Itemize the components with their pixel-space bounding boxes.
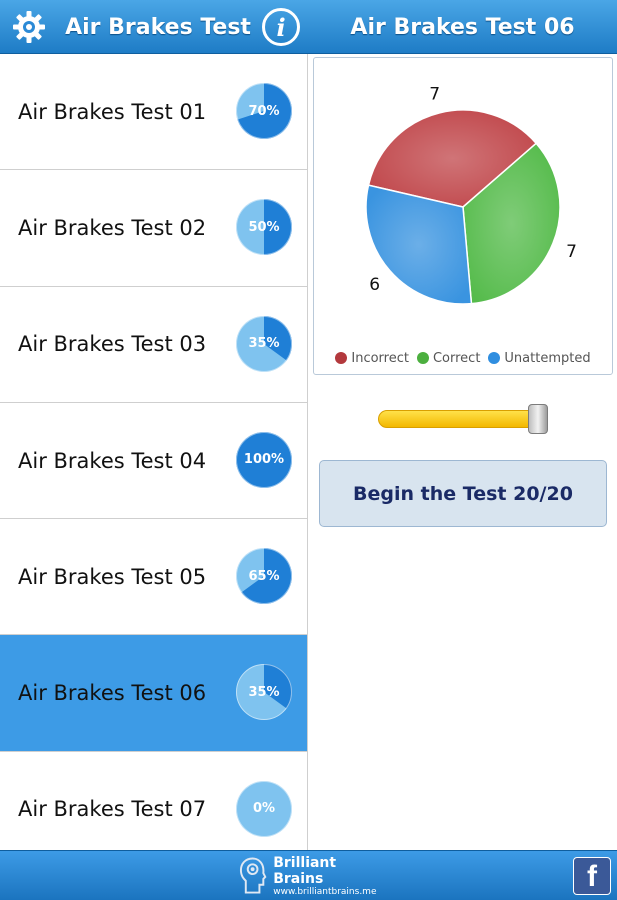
test-row-label: Air Brakes Test 06 (18, 681, 207, 706)
legend-label: Correct (432, 350, 481, 366)
test-row-label: Air Brakes Test 05 (18, 564, 207, 589)
detail-title: Air Brakes Test 06 (350, 14, 575, 40)
legend-label: Incorrect (351, 350, 409, 366)
brand-logo[interactable]: Brilliant Brains www.brilliantbrains.me (238, 854, 388, 898)
legend-dot-icon (488, 352, 501, 364)
test-row[interactable]: Air Brakes Test 05 65% (0, 519, 307, 636)
progress-badge: 0% (235, 780, 293, 838)
progress-percent: 100% (243, 452, 285, 468)
test-row-label: Air Brakes Test 07 (18, 797, 207, 822)
progress-badge: 70% (235, 82, 293, 140)
legend-item: Correct (416, 350, 481, 366)
chart-legend: Incorrect Correct Unattempted (314, 348, 612, 368)
test-row[interactable]: Air Brakes Test 06 35% (0, 635, 307, 752)
progress-percent: 0% (252, 801, 276, 817)
test-row[interactable]: Air Brakes Test 03 35% (0, 286, 307, 403)
gear-icon[interactable] (10, 8, 48, 46)
legend-item: Incorrect (335, 351, 409, 366)
legend-dot-icon (416, 352, 429, 364)
slider-thumb[interactable] (528, 404, 548, 434)
legend-label: Unattempted (504, 350, 591, 366)
legend-item: Unattempted (488, 350, 591, 366)
info-icon[interactable]: i (262, 8, 300, 46)
progress-badge: 35% (235, 663, 293, 721)
progress-badge: 35% (235, 315, 293, 373)
test-list: Air Brakes Test 01 70% Air Brakes Test 02 5… (0, 54, 308, 850)
footer-bar: Brilliant Brains www.brilliantbrains.me … (0, 850, 617, 900)
test-row-label: Air Brakes Test 01 (18, 99, 207, 124)
pie-value-label: 7 (429, 85, 440, 105)
question-count-slider[interactable] (376, 402, 552, 436)
begin-test-button[interactable]: Begin the Test 20/20 (319, 460, 607, 527)
progress-percent: 65% (248, 568, 280, 584)
pie-value-label: 7 (566, 242, 577, 262)
test-row-label: Air Brakes Test 02 (18, 215, 207, 240)
brand-text: Brilliant Brains www.brilliantbrains.me (273, 855, 388, 897)
progress-badge: 65% (235, 547, 293, 605)
progress-percent: 50% (248, 219, 280, 235)
pie-value-label: 6 (369, 275, 380, 295)
results-chart: 7 7 6 Incorrect Correct Unattempted (313, 57, 613, 375)
test-row[interactable]: Air Brakes Test 04 100% (0, 402, 307, 520)
progress-badge: 100% (235, 431, 293, 489)
progress-badge: 50% (235, 198, 293, 256)
list-header: Air Brakes Test i (0, 0, 308, 54)
test-row-label: Air Brakes Test 03 (18, 332, 207, 357)
progress-percent: 35% (248, 684, 280, 700)
test-row[interactable]: Air Brakes Test 07 0% (0, 751, 307, 850)
slider-track[interactable] (378, 410, 538, 428)
legend-dot-icon (335, 352, 348, 364)
test-row[interactable]: Air Brakes Test 02 50% (0, 170, 307, 287)
app-title: Air Brakes Test (65, 14, 251, 40)
test-row-label: Air Brakes Test 04 (18, 448, 207, 473)
brand-name: Brilliant Brains (273, 855, 337, 887)
pie-chart: 7 7 6 (365, 85, 577, 305)
detail-header: Air Brakes Test 06 (308, 0, 617, 54)
top-bar: Air Brakes Test i Air Brakes Test 06 (0, 0, 617, 54)
facebook-icon[interactable]: f (573, 857, 611, 895)
progress-percent: 35% (248, 336, 280, 352)
progress-percent: 70% (248, 103, 280, 119)
test-row[interactable]: Air Brakes Test 01 70% (0, 54, 307, 171)
brand-url: www.brilliantbrains.me (273, 887, 377, 897)
brain-head-icon (239, 857, 267, 894)
